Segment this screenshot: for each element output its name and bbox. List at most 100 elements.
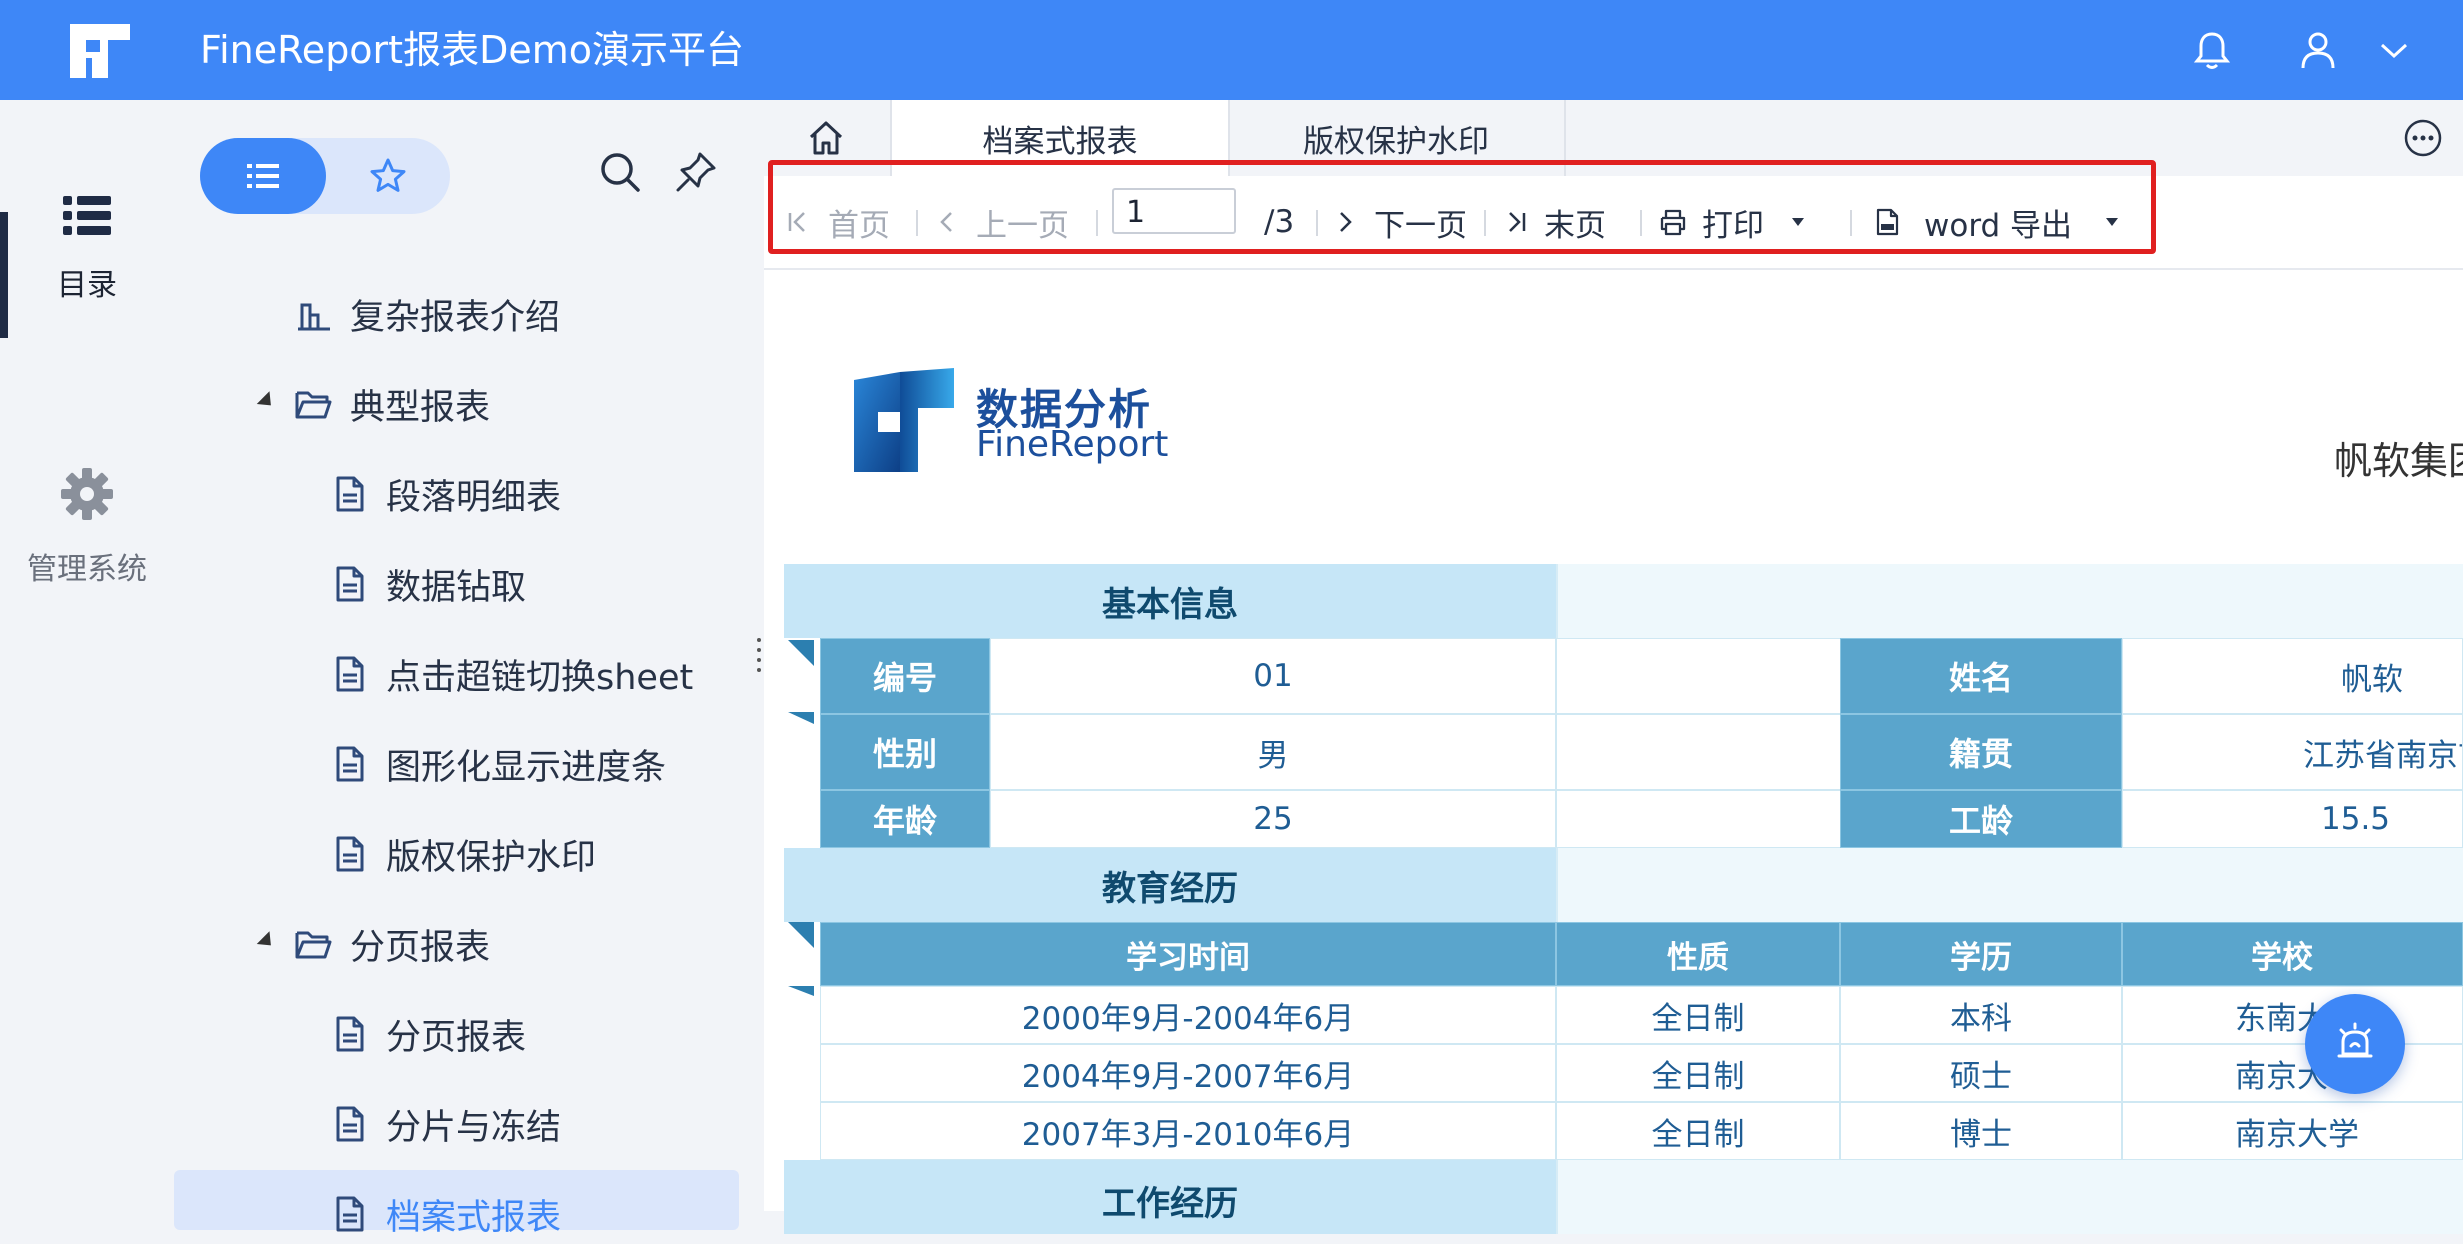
tree-node-watermark[interactable]: 版权保护水印: [330, 824, 596, 884]
section-title-basic: 基本信息: [784, 564, 1556, 638]
field-value-years: 15.5: [2122, 790, 2463, 848]
table-cell: 南京大学: [2122, 1044, 2463, 1102]
tree-node-label: 分页报表: [386, 1017, 527, 1058]
more-options-icon[interactable]: [2403, 118, 2443, 158]
rail-item-directory[interactable]: 目录: [0, 192, 174, 306]
tree-node-label: 典型报表: [350, 387, 491, 428]
tree-node-complex-intro[interactable]: 复杂报表介绍: [294, 284, 560, 344]
field-value-name: 帆软: [2122, 638, 2463, 714]
tree-node-folder-typical[interactable]: 典型报表: [294, 374, 490, 434]
file-icon: [336, 836, 364, 872]
file-icon: [336, 566, 364, 602]
tree-node-label: 分片与冻结: [386, 1107, 562, 1148]
section-title-education: 教育经历: [784, 848, 1556, 922]
tree-node-label: 版权保护水印: [386, 837, 597, 878]
field-spacer: [1556, 714, 1840, 790]
table-cell: 2004年9月-2007年6月: [820, 1044, 1556, 1102]
tree-node-label: 段落明细表: [386, 477, 562, 518]
expand-caret-icon[interactable]: [256, 931, 278, 952]
section-title-filler: [1556, 1160, 2463, 1234]
list-view-icon: [247, 164, 279, 188]
top-bar: FineReport报表Demo演示平台: [0, 0, 2463, 100]
rail-item-admin[interactable]: 管理系统: [0, 466, 174, 590]
table-header-school: 学校: [2122, 922, 2463, 986]
expand-caret-icon[interactable]: [256, 391, 278, 412]
tree-node-drill-down[interactable]: 数据钻取: [330, 554, 526, 614]
table-header-degree: 学历: [1840, 922, 2122, 986]
row-marker-icon: [788, 922, 814, 948]
company-name: 帆软集团: [2334, 439, 2463, 483]
file-icon: [336, 1106, 364, 1142]
tree-node-label: 数据钻取: [386, 567, 527, 608]
tree-node-label: 分页报表: [350, 927, 491, 968]
field-label-gender: 性别: [820, 714, 990, 790]
locate-pin-icon[interactable]: [674, 150, 718, 194]
file-icon: [336, 1016, 364, 1052]
report-canvas: 数据分析 FineReport 帆软集团 基本信息 编号 01 姓名 帆软 性别…: [764, 270, 2463, 1234]
tree-node-archive-report[interactable]: 档案式报表: [330, 1184, 561, 1244]
chart-icon: [298, 303, 330, 331]
table-cell: 东南大学: [2122, 986, 2463, 1044]
left-rail: 目录 管理系统: [0, 100, 174, 1211]
directory-panel: 复杂报表介绍 典型报表 段落明细表 数据钻取 点击超链切换sheet 图形化显示…: [174, 100, 764, 1238]
row-marker-icon: [788, 712, 814, 724]
search-icon[interactable]: [598, 150, 642, 194]
rail-label-directory: 目录: [57, 268, 117, 303]
table-cell: 博士: [1840, 1102, 2122, 1160]
main-content: 档案式报表 版权保护水印 首页 上一页 /3 下一页 末页 打印 word 导出…: [764, 100, 2463, 1234]
rail-label-admin: 管理系统: [27, 552, 147, 587]
list-icon: [63, 196, 111, 235]
field-label-origin: 籍贯: [1840, 714, 2122, 790]
file-icon: [336, 476, 364, 512]
tree-node-paging-report[interactable]: 分页报表: [330, 1004, 526, 1064]
tree-node-folder-paging[interactable]: 分页报表: [294, 914, 490, 974]
brand-logo-text-en: FineReport: [976, 424, 1169, 465]
field-label-age: 年龄: [820, 790, 990, 848]
floating-alert-button[interactable]: [2305, 994, 2405, 1094]
row-marker-icon: [788, 986, 814, 996]
tree-node-paragraph-detail[interactable]: 段落明细表: [330, 464, 561, 524]
file-icon: [336, 656, 364, 692]
toolbar-highlight-frame: [768, 160, 2156, 254]
user-icon[interactable]: [2294, 26, 2342, 74]
field-label-name: 姓名: [1840, 638, 2122, 714]
tree-node-hyperlink-sheet[interactable]: 点击超链切换sheet: [330, 644, 693, 704]
field-value-age: 25: [990, 790, 1556, 848]
table-cell: 本科: [1840, 986, 2122, 1044]
table-cell: 全日制: [1556, 1044, 1840, 1102]
field-spacer: [1556, 790, 1840, 848]
tree-node-label: 档案式报表: [386, 1197, 562, 1238]
tree-node-label: 点击超链切换sheet: [386, 657, 694, 698]
folder-open-icon: [295, 931, 332, 959]
table-cell: 全日制: [1556, 986, 1840, 1044]
finereport-brand-logo-icon: [854, 368, 954, 472]
tree-node-slice-freeze[interactable]: 分片与冻结: [330, 1094, 561, 1154]
table-header-study-period: 学习时间: [820, 922, 1556, 986]
row-marker-icon: [788, 640, 814, 666]
section-title-filler: [1556, 848, 2463, 922]
table-cell: 2007年3月-2010年6月: [820, 1102, 1556, 1160]
app-title: FineReport报表Demo演示平台: [200, 28, 744, 72]
table-cell: 全日制: [1556, 1102, 1840, 1160]
section-title-work: 工作经历: [784, 1160, 1556, 1234]
section-title-filler: [1556, 564, 2463, 638]
field-spacer: [1556, 638, 1840, 714]
table-header-type: 性质: [1556, 922, 1840, 986]
view-switch-list[interactable]: [200, 138, 326, 214]
file-icon: [336, 1196, 364, 1232]
finereport-logo-icon[interactable]: [66, 18, 134, 84]
field-label-years: 工龄: [1840, 790, 2122, 848]
bell-icon[interactable]: [2188, 26, 2236, 74]
chevron-down-icon[interactable]: [2370, 26, 2418, 74]
gear-icon: [61, 468, 113, 520]
tree-node-label: 复杂报表介绍: [350, 297, 561, 338]
tree-node-label: 图形化显示进度条: [386, 747, 667, 788]
field-label-id: 编号: [820, 638, 990, 714]
star-icon[interactable]: [368, 156, 408, 196]
table-cell: 南京大学: [2122, 1102, 2463, 1160]
tree-node-progress-bar[interactable]: 图形化显示进度条: [330, 734, 666, 794]
field-value-origin: 江苏省南京市: [2122, 714, 2463, 790]
table-cell: 2000年9月-2004年6月: [820, 986, 1556, 1044]
view-switch: [200, 138, 450, 214]
alarm-bell-icon: [2337, 1022, 2373, 1058]
